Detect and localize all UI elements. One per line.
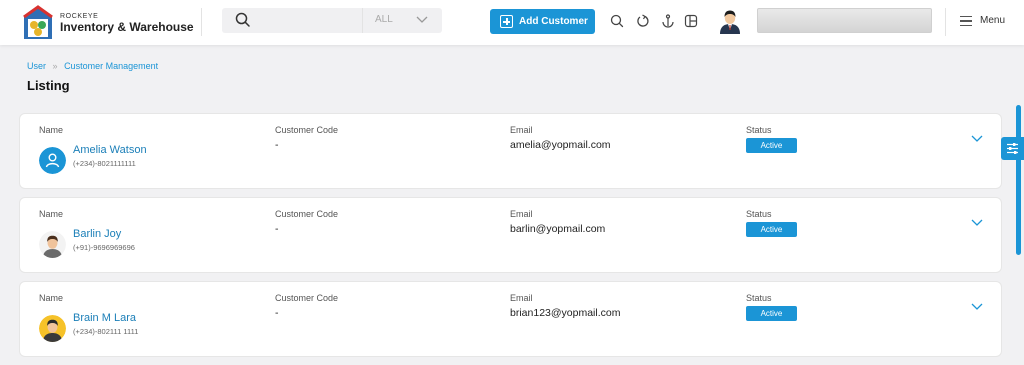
sliders-icon xyxy=(1007,143,1018,154)
search-bar[interactable]: ALL xyxy=(222,8,442,33)
customer-code-value: - xyxy=(275,139,279,151)
search-filter-select[interactable]: ALL xyxy=(375,14,393,25)
menu-label: Menu xyxy=(980,15,1006,26)
layout-icon[interactable] xyxy=(684,14,698,28)
name-label: Name xyxy=(39,293,64,303)
customer-code-label: Customer Code xyxy=(275,125,339,135)
breadcrumb-item[interactable]: User xyxy=(27,61,46,71)
search-divider xyxy=(362,8,363,33)
customer-phone: (+91)-9696969696 xyxy=(73,243,135,252)
status-label: Status xyxy=(746,125,772,135)
header-divider xyxy=(945,8,946,36)
email-label: Email xyxy=(510,125,533,135)
email-label: Email xyxy=(510,293,533,303)
customer-email: brian123@yopmail.com xyxy=(510,307,621,319)
status-label: Status xyxy=(746,209,772,219)
header-divider xyxy=(201,8,202,36)
status-badge: Active xyxy=(746,138,797,153)
anchor-icon[interactable] xyxy=(661,14,675,28)
chevron-down-icon[interactable] xyxy=(415,15,429,25)
name-label: Name xyxy=(39,125,64,135)
breadcrumb-separator: » xyxy=(52,61,58,71)
status-label: Status xyxy=(746,293,772,303)
brand-name: Inventory & Warehouse xyxy=(60,20,194,34)
breadcrumb-item[interactable]: Customer Management xyxy=(64,61,158,71)
add-customer-label: Add Customer xyxy=(519,16,588,27)
add-customer-button[interactable]: Add Customer xyxy=(490,9,595,34)
refresh-icon[interactable] xyxy=(636,14,650,28)
customer-card[interactable]: Name Brain M Lara (+234)-802111 1111 Cus… xyxy=(19,281,1002,357)
name-label: Name xyxy=(39,209,64,219)
hamburger-icon xyxy=(960,16,972,26)
customer-code-value: - xyxy=(275,307,279,319)
top-header: ROCKEYE Inventory & Warehouse ALL Add Cu… xyxy=(0,0,1024,45)
customer-name[interactable]: Brain M Lara xyxy=(73,312,136,324)
chevron-down-icon[interactable] xyxy=(970,134,984,144)
filter-toggle-button[interactable] xyxy=(1001,137,1024,160)
brand-tagline: ROCKEYE xyxy=(60,13,99,20)
email-label: Email xyxy=(510,209,533,219)
customer-photo xyxy=(39,315,66,342)
customer-code-value: - xyxy=(275,223,279,235)
status-badge: Active xyxy=(746,222,797,237)
customer-name[interactable]: Amelia Watson xyxy=(73,144,147,156)
customer-card[interactable]: Name Amelia Watson (+234)-8021111111 Cus… xyxy=(19,113,1002,189)
customer-photo xyxy=(39,231,66,258)
customer-phone: (+234)-802111 1111 xyxy=(73,327,139,336)
breadcrumb: User » Customer Management xyxy=(27,61,162,71)
customer-name[interactable]: Barlin Joy xyxy=(73,228,121,240)
chevron-down-icon[interactable] xyxy=(970,302,984,312)
default-user-icon xyxy=(39,147,66,174)
plus-icon xyxy=(500,15,513,28)
brand-logo[interactable] xyxy=(22,5,54,41)
user-name-redacted xyxy=(757,8,932,33)
customer-code-label: Customer Code xyxy=(275,209,339,219)
page-title: Listing xyxy=(27,78,70,93)
status-badge: Active xyxy=(746,306,797,321)
scrollbar[interactable] xyxy=(1016,105,1021,255)
customer-email: amelia@yopmail.com xyxy=(510,139,611,151)
customer-email: barlin@yopmail.com xyxy=(510,223,606,235)
user-avatar[interactable] xyxy=(717,8,743,34)
customer-code-label: Customer Code xyxy=(275,293,339,303)
customer-card[interactable]: Name Barlin Joy (+91)-9696969696 Custome… xyxy=(19,197,1002,273)
customer-phone: (+234)-8021111111 xyxy=(73,159,136,168)
search-icon[interactable] xyxy=(610,14,624,28)
chevron-down-icon[interactable] xyxy=(970,218,984,228)
search-icon[interactable] xyxy=(235,12,251,28)
